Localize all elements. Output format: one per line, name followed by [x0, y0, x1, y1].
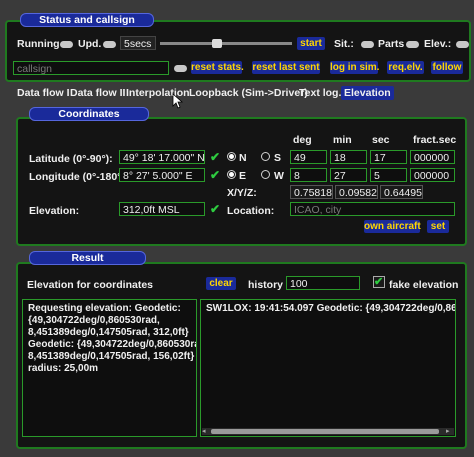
y-value: 0.09582 [335, 185, 378, 199]
z-value: 0.64495 [380, 185, 423, 199]
latitude-south-radio[interactable] [261, 152, 270, 161]
status-panel-title: Status and callsign [20, 13, 154, 27]
latitude-sec-input[interactable]: 17 [370, 150, 407, 164]
elevation-result-log[interactable]: SW1LOX: 19:41:54.097 Geodetic: {49,30472… [200, 299, 456, 437]
upd-indicator [103, 41, 116, 48]
own-aircraft-button[interactable]: own aircraft [364, 220, 421, 233]
col-fract-header: fract.sec [413, 134, 457, 146]
history-input[interactable]: 100 [286, 276, 360, 290]
mouse-cursor-icon [172, 93, 184, 109]
x-value: 0.75818 [290, 185, 333, 199]
elevation-valid-check-icon: ✔ [210, 202, 221, 216]
reset-stats-button[interactable]: reset stats. [191, 61, 244, 74]
log-line: 8,451389deg/0,147505rad, 156,02ft} [28, 351, 195, 362]
upd-label: Upd. [78, 38, 102, 50]
longitude-min-input[interactable]: 27 [330, 168, 367, 182]
longitude-west-radio[interactable] [261, 170, 270, 179]
longitude-sec-input[interactable]: 5 [370, 168, 407, 182]
tab-data-flow-2[interactable]: Data flow II [70, 87, 125, 99]
fake-elevation-check-icon: ✔ [374, 276, 384, 288]
situation-indicator [361, 41, 374, 48]
parts-label: Parts [378, 38, 405, 50]
longitude-deg-input[interactable]: 8 [290, 168, 327, 182]
reset-last-sent-button[interactable]: reset last sent [252, 61, 320, 74]
situation-label: Sit.: [334, 38, 354, 50]
latitude-south-label: S [274, 152, 282, 164]
log-line: Requesting elevation: Geodetic: [28, 303, 181, 314]
longitude-fract-input[interactable]: 000000 [410, 168, 455, 182]
latitude-input[interactable]: 49° 18' 17.000" N [119, 150, 205, 164]
tab-data-flow-1[interactable]: Data flow I [17, 87, 70, 99]
result-log-horizontal-scrollbar[interactable]: ◂ ▸ [202, 428, 454, 435]
longitude-label: Longitude (0°-180°): [29, 171, 129, 183]
parts-indicator [406, 41, 419, 48]
log-in-sim-button[interactable]: log in sim. [330, 61, 379, 74]
elevation-input[interactable]: 312,0ft MSL [119, 202, 205, 216]
fake-elevation-checkbox[interactable]: ✔ [373, 276, 385, 288]
update-interval-field[interactable]: 5secs [120, 36, 156, 50]
coordinates-panel-title: Coordinates [29, 107, 149, 121]
scroll-right-arrow-icon[interactable]: ▸ [446, 428, 453, 435]
clear-button[interactable]: clear [206, 277, 236, 290]
update-slider[interactable] [160, 39, 292, 48]
log-line: 8,451389deg/0,147505rad, 312,0ft} [28, 327, 189, 338]
longitude-valid-check-icon: ✔ [210, 168, 221, 182]
latitude-north-radio[interactable] [227, 152, 236, 161]
col-min-header: min [333, 134, 352, 146]
latitude-label: Latitude (0°-90°): [29, 153, 113, 165]
tab-loopback[interactable]: Loopback (Sim->Driver) [189, 87, 308, 99]
history-label: history [248, 279, 284, 291]
tab-text-log[interactable]: Text log. [299, 87, 341, 99]
location-label: Location: [227, 205, 275, 217]
latitude-min-input[interactable]: 18 [330, 150, 367, 164]
latitude-valid-check-icon: ✔ [210, 150, 221, 164]
col-sec-header: sec [372, 134, 390, 146]
longitude-west-label: W [274, 170, 284, 182]
log-line: SW1LOX: 19:41:54.097 Geodetic: {49,30472… [206, 303, 455, 314]
result-panel-title: Result [29, 251, 146, 265]
latitude-fract-input[interactable]: 000000 [410, 150, 455, 164]
longitude-input[interactable]: 8° 27' 5.000" E [119, 168, 205, 182]
running-indicator [60, 41, 73, 48]
elevation-request-log[interactable]: Requesting elevation: Geodetic: {49,3047… [22, 299, 197, 437]
col-deg-header: deg [293, 134, 312, 146]
update-slider-handle[interactable] [212, 39, 222, 48]
fake-elevation-label: fake elevation [389, 279, 459, 291]
result-log-scrollbar-thumb[interactable] [211, 429, 439, 434]
log-line: Geodetic: {49,304722deg/0,860530rad, [28, 339, 197, 350]
tab-elevation[interactable]: Elevation [341, 86, 394, 100]
latitude-deg-input[interactable]: 49 [290, 150, 327, 164]
follow-button[interactable]: follow [431, 61, 463, 74]
elevation-for-coords-label: Elevation for coordinates [27, 279, 154, 291]
request-elevation-button[interactable]: req.elv. [387, 61, 424, 74]
longitude-east-radio[interactable] [227, 170, 236, 179]
elevation-status-indicator [456, 41, 469, 48]
longitude-east-label: E [239, 170, 247, 182]
xyz-label: X/Y/Z: [227, 187, 257, 199]
log-line: {49,304722deg/0,860530rad, [28, 315, 160, 326]
location-input[interactable]: ICAO, city [290, 202, 455, 216]
elevation-label: Elevation: [29, 205, 80, 217]
latitude-north-label: N [239, 152, 247, 164]
running-label: Running [17, 38, 60, 50]
log-line: radius: 25,00m [28, 363, 99, 374]
callsign-input[interactable]: callsign [13, 61, 169, 75]
start-button[interactable]: start [297, 37, 325, 50]
scroll-left-arrow-icon[interactable]: ◂ [202, 428, 209, 435]
elevation-status-label: Elev.: [424, 38, 452, 50]
set-button[interactable]: set [427, 220, 449, 233]
callsign-indicator [174, 65, 187, 72]
